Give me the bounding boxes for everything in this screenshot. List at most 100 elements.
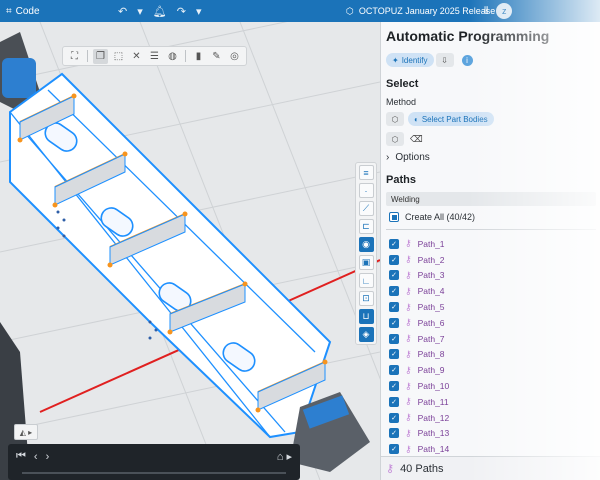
fit-view-icon[interactable]: ⛶ bbox=[67, 49, 82, 64]
path-checkbox[interactable]: ✓ bbox=[389, 365, 399, 376]
code-menu[interactable]: ⌗ Code bbox=[6, 6, 40, 17]
axis-icon[interactable]: ✕ bbox=[129, 49, 144, 64]
path-list-item[interactable]: ✓ ⚷ Path_13 bbox=[389, 426, 594, 442]
body-icon[interactable]: ⊔ bbox=[358, 309, 374, 324]
path-list-item[interactable]: ✓ ⚷ Path_5 bbox=[389, 299, 594, 315]
undo-icon[interactable]: ↶ bbox=[118, 5, 127, 18]
create-all-row[interactable]: Create All (40/42) bbox=[389, 212, 475, 222]
paths-footer: ⚷ 40 Paths bbox=[381, 456, 600, 480]
path-list-item[interactable]: ✓ ⚷ Path_6 bbox=[389, 315, 594, 331]
import-icon[interactable]: ⇩ bbox=[435, 53, 454, 67]
path-checkbox[interactable]: ✓ bbox=[389, 381, 399, 392]
path-key-icon: ⚷ bbox=[405, 396, 412, 407]
path-checkbox[interactable]: ✓ bbox=[389, 396, 399, 407]
path-label: Path_4 bbox=[417, 286, 445, 297]
side-toolbar: ≡ · ⟋ ⊏ ◉ ▣ ∟ ⊡ ⊔ ◈ bbox=[355, 162, 377, 345]
path-checkbox[interactable]: ✓ bbox=[389, 317, 399, 328]
panel-title: Automatic Programming bbox=[386, 28, 550, 44]
path-label: Path_14 bbox=[417, 444, 450, 455]
identify-button[interactable]: ✦ Identify bbox=[386, 53, 434, 67]
edge-icon[interactable]: ⟋ bbox=[358, 201, 374, 216]
path-label: Path_3 bbox=[417, 270, 445, 281]
layers-icon[interactable]: ◈ bbox=[358, 327, 374, 342]
path-checkbox[interactable]: ✓ bbox=[389, 286, 399, 297]
view-cube-button[interactable]: ◭ ▸ bbox=[14, 424, 38, 440]
step-forward-icon[interactable]: › bbox=[46, 451, 50, 463]
point-icon[interactable]: · bbox=[358, 183, 374, 198]
redo-icon[interactable]: ↷ bbox=[177, 5, 186, 18]
view-toolbar: ⛶ ❐ ⬚ ✕ ☰ ◍ ▮ ✎ ◎ bbox=[62, 46, 247, 66]
face-icon[interactable]: ▣ bbox=[358, 255, 374, 270]
vertex-icon[interactable]: ⊡ bbox=[358, 291, 374, 306]
pencil-icon[interactable]: ✎ bbox=[209, 49, 224, 64]
path-list-item[interactable]: ✓ ⚷ Path_7 bbox=[389, 331, 594, 347]
path-key-icon: ⚷ bbox=[405, 285, 412, 296]
globe-icon[interactable]: ◍ bbox=[165, 49, 180, 64]
path-key-icon: ⚷ bbox=[405, 364, 412, 375]
filter-icon[interactable]: ≡ bbox=[358, 165, 374, 180]
list-icon[interactable]: ☰ bbox=[147, 49, 162, 64]
path-list-item[interactable]: ✓ ⚷ Path_14 bbox=[389, 441, 594, 457]
toolbar-divider bbox=[87, 50, 88, 62]
path-label: Path_5 bbox=[417, 302, 445, 313]
code-icon: ⌗ bbox=[6, 5, 12, 17]
release-label-group: ⬡ OCTOPUZ January 2025 Release bbox=[346, 0, 495, 22]
options-label: Options bbox=[395, 152, 430, 163]
path-list-item[interactable]: ✓ ⚷ Path_1 bbox=[389, 236, 594, 252]
path-list-item[interactable]: ✓ ⚷ Path_8 bbox=[389, 347, 594, 363]
select-part-bodies-button[interactable]: ◐ Select Part Bodies bbox=[408, 112, 494, 126]
path-list-item[interactable]: ✓ ⚷ Path_9 bbox=[389, 362, 594, 378]
path-checkbox[interactable]: ✓ bbox=[389, 444, 399, 455]
delete-icon[interactable]: ▮ bbox=[191, 49, 206, 64]
scene-graphic bbox=[0, 22, 380, 480]
window-select-icon[interactable]: ❐ bbox=[93, 48, 108, 64]
box-select-icon[interactable]: ⬚ bbox=[111, 49, 126, 64]
options-toggle[interactable]: › Options bbox=[386, 152, 430, 163]
path-key-icon: ⚷ bbox=[405, 348, 412, 359]
path-key-icon: ⚷ bbox=[405, 269, 412, 280]
path-list: ✓ ⚷ Path_1 ✓ ⚷ Path_2 ✓ ⚷ Path_3 ✓ ⚷ Path_4 ✓ ⚷ Path_5… bbox=[389, 236, 594, 457]
create-all-checkbox[interactable] bbox=[389, 212, 399, 222]
path-checkbox[interactable]: ✓ bbox=[389, 302, 399, 313]
process-dropdown[interactable]: Welding bbox=[386, 192, 596, 206]
path-checkbox[interactable]: ✓ bbox=[389, 238, 399, 249]
sparkle-icon: ✦ bbox=[392, 55, 399, 65]
info-icon[interactable]: i bbox=[461, 54, 473, 66]
skip-start-icon[interactable]: ⏮ bbox=[16, 450, 26, 463]
path-key-icon: ⚷ bbox=[405, 412, 412, 423]
path-checkbox[interactable]: ✓ bbox=[389, 412, 399, 423]
cube-method-icon[interactable]: ⬡ bbox=[386, 112, 404, 126]
path-checkbox[interactable]: ✓ bbox=[389, 349, 399, 360]
hexagon-tool-icon[interactable]: ⬡ bbox=[386, 132, 404, 146]
path-label: Path_12 bbox=[417, 412, 450, 423]
path-list-item[interactable]: ✓ ⚷ Path_10 bbox=[389, 378, 594, 394]
list-divider bbox=[386, 229, 596, 230]
eraser-icon[interactable]: ⌫ bbox=[410, 134, 423, 145]
chevron-down-icon[interactable]: ▾ bbox=[196, 5, 202, 18]
corner-icon[interactable]: ⊏ bbox=[358, 219, 374, 234]
avatar[interactable]: z bbox=[496, 3, 513, 19]
path-key-icon: ⚷ bbox=[405, 317, 412, 328]
bell-icon[interactable]: 🔔︎ bbox=[153, 5, 167, 18]
angle-icon[interactable]: ∟ bbox=[358, 273, 374, 288]
step-back-icon[interactable]: ‹ bbox=[34, 451, 38, 463]
path-list-item[interactable]: ✓ ⚷ Path_11 bbox=[389, 394, 594, 410]
path-checkbox[interactable]: ✓ bbox=[389, 254, 399, 265]
select-header: Select bbox=[386, 78, 419, 90]
path-checkbox[interactable]: ✓ bbox=[389, 333, 399, 344]
home-icon[interactable]: ⌂ ▸ bbox=[277, 450, 292, 463]
timeline-track[interactable] bbox=[22, 472, 286, 474]
target-icon[interactable]: ◎ bbox=[227, 49, 242, 64]
path-checkbox[interactable]: ✓ bbox=[389, 428, 399, 439]
path-list-item[interactable]: ✓ ⚷ Path_4 bbox=[389, 283, 594, 299]
chevron-down-icon[interactable]: ▾ bbox=[137, 5, 143, 18]
path-checkbox[interactable]: ✓ bbox=[389, 270, 399, 281]
path-list-item[interactable]: ✓ ⚷ Path_12 bbox=[389, 410, 594, 426]
path-key-icon: ⚷ bbox=[405, 333, 412, 344]
path-list-item[interactable]: ✓ ⚷ Path_3 bbox=[389, 268, 594, 284]
library-icon[interactable]: ⫴ bbox=[484, 6, 488, 17]
path-list-item[interactable]: ✓ ⚷ Path_2 bbox=[389, 252, 594, 268]
toggle-icon: ◐ bbox=[414, 114, 419, 124]
3d-viewport[interactable]: ⛶ ❐ ⬚ ✕ ☰ ◍ ▮ ✎ ◎ ≡ · ⟋ ⊏ ◉ ▣ ∟ ⊡ ⊔ ◈ ◭ … bbox=[0, 22, 380, 480]
circle-select-icon[interactable]: ◉ bbox=[358, 237, 374, 252]
